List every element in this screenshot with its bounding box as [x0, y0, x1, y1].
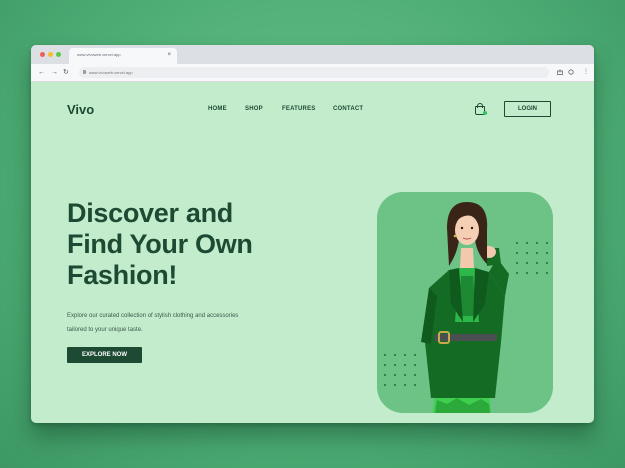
browser-tab[interactable]: www.vivoweb.vercel.app × [69, 48, 177, 64]
explore-now-button[interactable]: EXPLORE NOW [67, 347, 142, 363]
tab-title: www.vivoweb.vercel.app [77, 52, 121, 57]
description-line: tailored to your unique taste. [67, 327, 143, 333]
headline-line: Fashion! [67, 260, 178, 290]
tab-close-icon[interactable]: × [167, 51, 171, 59]
minimize-window-button[interactable] [48, 52, 53, 57]
extensions-icon[interactable] [568, 69, 574, 75]
browser-window: www.vivoweb.vercel.app × ← → ↻ www.vivow… [31, 45, 594, 423]
login-button[interactable]: LOGIN [504, 101, 551, 117]
nav-home[interactable]: HOME [208, 106, 227, 112]
lock-icon [83, 70, 86, 74]
nav-shop[interactable]: SHOP [245, 106, 263, 112]
close-window-button[interactable] [40, 52, 45, 57]
browser-tab-strip: www.vivoweb.vercel.app × [31, 45, 594, 64]
headline-line: Discover and [67, 198, 233, 228]
headline-line: Find Your Own [67, 229, 253, 259]
forward-arrow-icon[interactable]: → [51, 68, 58, 77]
address-bar[interactable]: www.vivoweb.vercel.app [79, 67, 549, 78]
share-icon[interactable] [557, 69, 563, 75]
hero-image-card [377, 192, 553, 413]
cart-badge-dot [483, 111, 487, 115]
browser-toolbar: ← → ↻ www.vivoweb.vercel.app ⋮ [31, 64, 594, 82]
maximize-window-button[interactable] [56, 52, 61, 57]
back-arrow-icon[interactable]: ← [38, 68, 45, 77]
hero-description: Explore our curated collection of stylis… [67, 309, 267, 337]
reload-icon[interactable]: ↻ [63, 68, 69, 77]
address-bar-url: www.vivoweb.vercel.app [89, 70, 133, 75]
hero-headline: Discover and Find Your Own Fashion! [67, 198, 307, 291]
description-line: Explore our curated collection of stylis… [67, 313, 239, 319]
nav-contact[interactable]: CONTACT [333, 106, 363, 112]
fashion-model-image [421, 202, 509, 413]
site-logo[interactable]: Vivo [67, 102, 94, 117]
nav-features[interactable]: FEATURES [282, 106, 316, 112]
browser-menu-icon[interactable]: ⋮ [583, 68, 589, 77]
